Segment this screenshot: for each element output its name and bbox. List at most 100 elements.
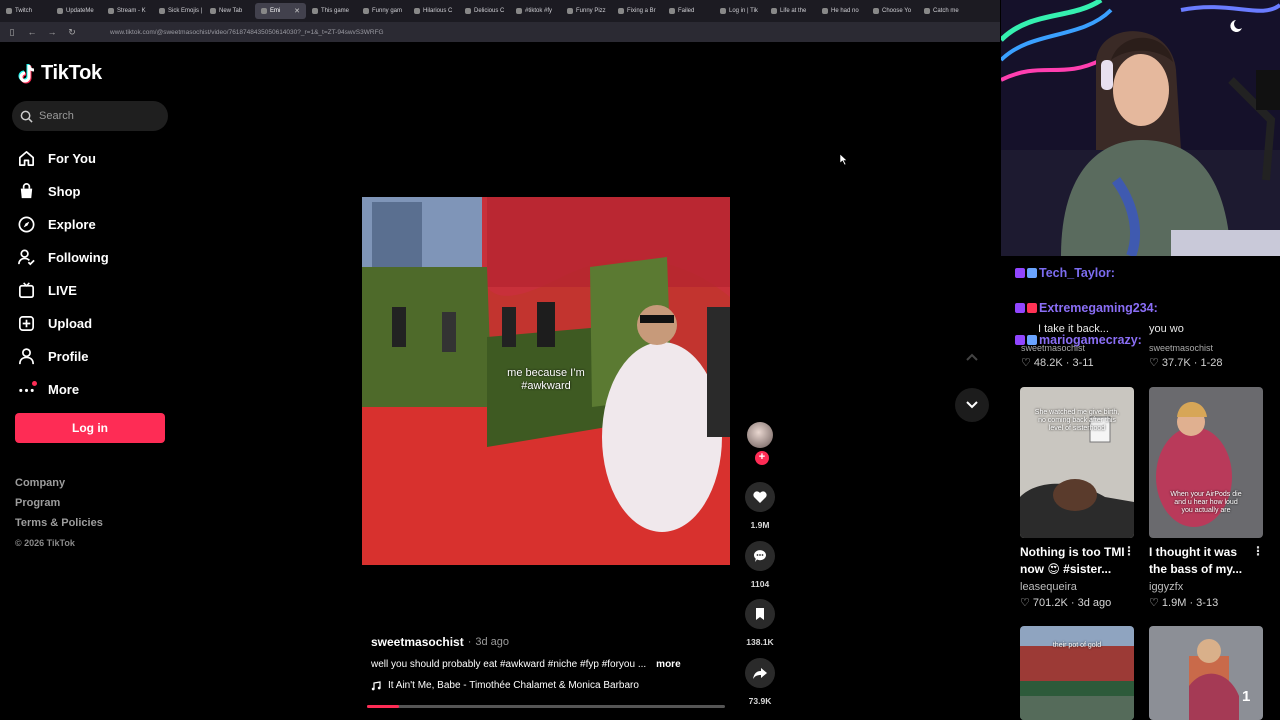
- browser-tab[interactable]: UpdateMe: [51, 0, 102, 22]
- emote-counter: 1: [1242, 688, 1251, 705]
- heart-badge-icon: [1027, 268, 1037, 278]
- twitch-badge-icon: [1015, 303, 1025, 313]
- company-link[interactable]: Company: [15, 475, 103, 495]
- browser-tab[interactable]: Funny gam: [357, 0, 408, 22]
- music-line[interactable]: It Ain't Me, Babe - Timothée Chalamet & …: [371, 680, 731, 691]
- nav-list: For You Shop Explore Following LIVE Uplo…: [16, 142, 109, 406]
- browser-tab[interactable]: Delicious C: [459, 0, 510, 22]
- browser-tab[interactable]: Choose Yo: [867, 0, 918, 22]
- webcam-frame: [1001, 0, 1280, 256]
- url-text[interactable]: www.tiktok.com/@sweetmasochist/video/761…: [110, 29, 384, 36]
- rec-author-2[interactable]: iggyzfx: [1149, 581, 1183, 593]
- search-box[interactable]: [12, 101, 168, 131]
- browser-tab[interactable]: Emi ✕: [255, 3, 306, 19]
- browser-tab[interactable]: Fixing a Br: [612, 0, 663, 22]
- rec-stats-1: ♡ 701.2K · 3d ago: [1020, 597, 1112, 609]
- browser-tab[interactable]: He had no: [816, 0, 867, 22]
- sidebar-item-for-you[interactable]: For You: [16, 142, 109, 175]
- next-video-button[interactable]: [955, 388, 989, 422]
- rec-thumbnail-2[interactable]: When your AirPods die and u hear how lou…: [1149, 387, 1263, 538]
- browser-tab[interactable]: New Tab: [204, 0, 255, 22]
- author-line: sweetmasochist · 3d ago: [371, 635, 731, 649]
- rec-author-top-1[interactable]: sweetmasochist: [1021, 343, 1085, 353]
- more-link[interactable]: more: [656, 659, 680, 670]
- login-button[interactable]: Log in: [15, 413, 165, 443]
- tab-label: Twitch: [15, 8, 33, 14]
- video-description: well you should probably eat #awkward #n…: [371, 659, 647, 670]
- browser-tab[interactable]: This game: [306, 0, 357, 22]
- tab-label: Emi: [270, 8, 281, 14]
- tab-label: Stream - K: [117, 8, 146, 14]
- follow-plus-icon[interactable]: +: [755, 451, 769, 465]
- sidebar-toggle-icon[interactable]: ▯: [6, 27, 18, 38]
- comment-button[interactable]: 1104: [745, 541, 775, 589]
- like-button[interactable]: 1.9M: [745, 482, 775, 530]
- previous-video-button[interactable]: [955, 340, 989, 374]
- browser-tab-strip: Twitch UpdateMe Stream - K Sick Emojis | New…: [0, 0, 1000, 22]
- browser-tab[interactable]: Twitch: [0, 0, 51, 22]
- tab-favicon-icon: [771, 8, 777, 14]
- sidebar-item-upload[interactable]: Upload: [16, 307, 109, 340]
- browser-tab[interactable]: Life at the: [765, 0, 816, 22]
- tab-label: Funny gam: [372, 8, 403, 14]
- browser-tab[interactable]: Stream - K: [102, 0, 153, 22]
- avatar[interactable]: [747, 422, 773, 448]
- following-icon: [16, 248, 36, 268]
- chevron-up-icon: [966, 353, 978, 361]
- tab-label: Sick Emojis |: [168, 8, 203, 14]
- browser-tab[interactable]: Sick Emojis |: [153, 0, 204, 22]
- close-tab-icon[interactable]: ✕: [294, 7, 300, 15]
- sidebar-item-explore[interactable]: Explore: [16, 208, 109, 241]
- footer-links: Company Program Terms & Policies © 2026 …: [15, 475, 103, 555]
- rec-title-1[interactable]: Nothing is too TMI now 😍 #sister...: [1020, 544, 1128, 578]
- video-player[interactable]: me because I’m #awkward: [362, 197, 730, 565]
- browser-tab[interactable]: Failed: [663, 0, 714, 22]
- program-link[interactable]: Program: [15, 495, 103, 515]
- more-options-icon[interactable]: ⋮: [1123, 544, 1135, 558]
- rec-title-2[interactable]: I thought it was the bass of my...: [1149, 544, 1257, 578]
- share-button[interactable]: 73.9K: [745, 658, 775, 706]
- sidebar-item-live[interactable]: LIVE: [16, 274, 109, 307]
- tab-favicon-icon: [618, 8, 624, 14]
- home-icon: [16, 149, 36, 169]
- search-input[interactable]: [39, 110, 159, 122]
- browser-tab[interactable]: #tiktok #fy: [510, 0, 561, 22]
- tab-label: Fixing a Br: [627, 8, 656, 14]
- browser-tab[interactable]: Catch me: [918, 0, 969, 22]
- tiktok-logo[interactable]: TikTok: [17, 62, 102, 85]
- overlay-line-2: #awkward: [521, 380, 571, 392]
- rec-author-1[interactable]: leasequeira: [1020, 581, 1077, 593]
- sidebar-item-shop[interactable]: Shop: [16, 175, 109, 208]
- author-name[interactable]: sweetmasochist: [371, 635, 464, 649]
- comment-icon: [753, 550, 766, 562]
- reload-icon[interactable]: ↻: [66, 27, 78, 38]
- date-value: 3d ago: [1077, 597, 1112, 609]
- more-options-icon[interactable]: ⋮: [1252, 544, 1264, 558]
- terms-link[interactable]: Terms & Policies: [15, 515, 103, 535]
- tab-favicon-icon: [57, 8, 63, 14]
- sidebar-item-following[interactable]: Following: [16, 241, 109, 274]
- sidebar-item-profile[interactable]: Profile: [16, 340, 109, 373]
- browser-tab[interactable]: Log in | Tik: [714, 0, 765, 22]
- rec-thumbnail-3[interactable]: their pot of gold: [1020, 626, 1134, 720]
- back-icon[interactable]: ←: [26, 27, 38, 37]
- browser-tab[interactable]: Funny Pizz: [561, 0, 612, 22]
- forward-icon[interactable]: →: [46, 27, 58, 37]
- progress-fill: [367, 705, 400, 708]
- creator-avatar-wrap[interactable]: +: [747, 422, 773, 465]
- separator-dot: ·: [467, 636, 472, 648]
- tab-favicon-icon: [159, 8, 165, 14]
- live-icon: [16, 281, 36, 301]
- recommended-videos: sweetmasochist sweetmasochist ♡ 48.2K · …: [1001, 340, 1280, 720]
- rec-thumbnail-1[interactable]: She watched me give birth, no coming bac…: [1020, 387, 1134, 538]
- music-note-icon: [371, 680, 381, 690]
- rec-author-top-2[interactable]: sweetmasochist: [1149, 343, 1213, 353]
- rec-thumbnail-4[interactable]: [1149, 626, 1263, 720]
- video-progress-bar[interactable]: [367, 705, 725, 708]
- browser-url-bar: ▯ ← → ↻ www.tiktok.com/@sweetmasochist/v…: [0, 22, 1000, 42]
- nav-label: Explore: [48, 217, 96, 232]
- sidebar-item-more[interactable]: More: [16, 373, 109, 406]
- save-button[interactable]: 138.1K: [745, 599, 775, 647]
- browser-tab[interactable]: Hilarious C: [408, 0, 459, 22]
- tab-label: Failed: [678, 8, 695, 14]
